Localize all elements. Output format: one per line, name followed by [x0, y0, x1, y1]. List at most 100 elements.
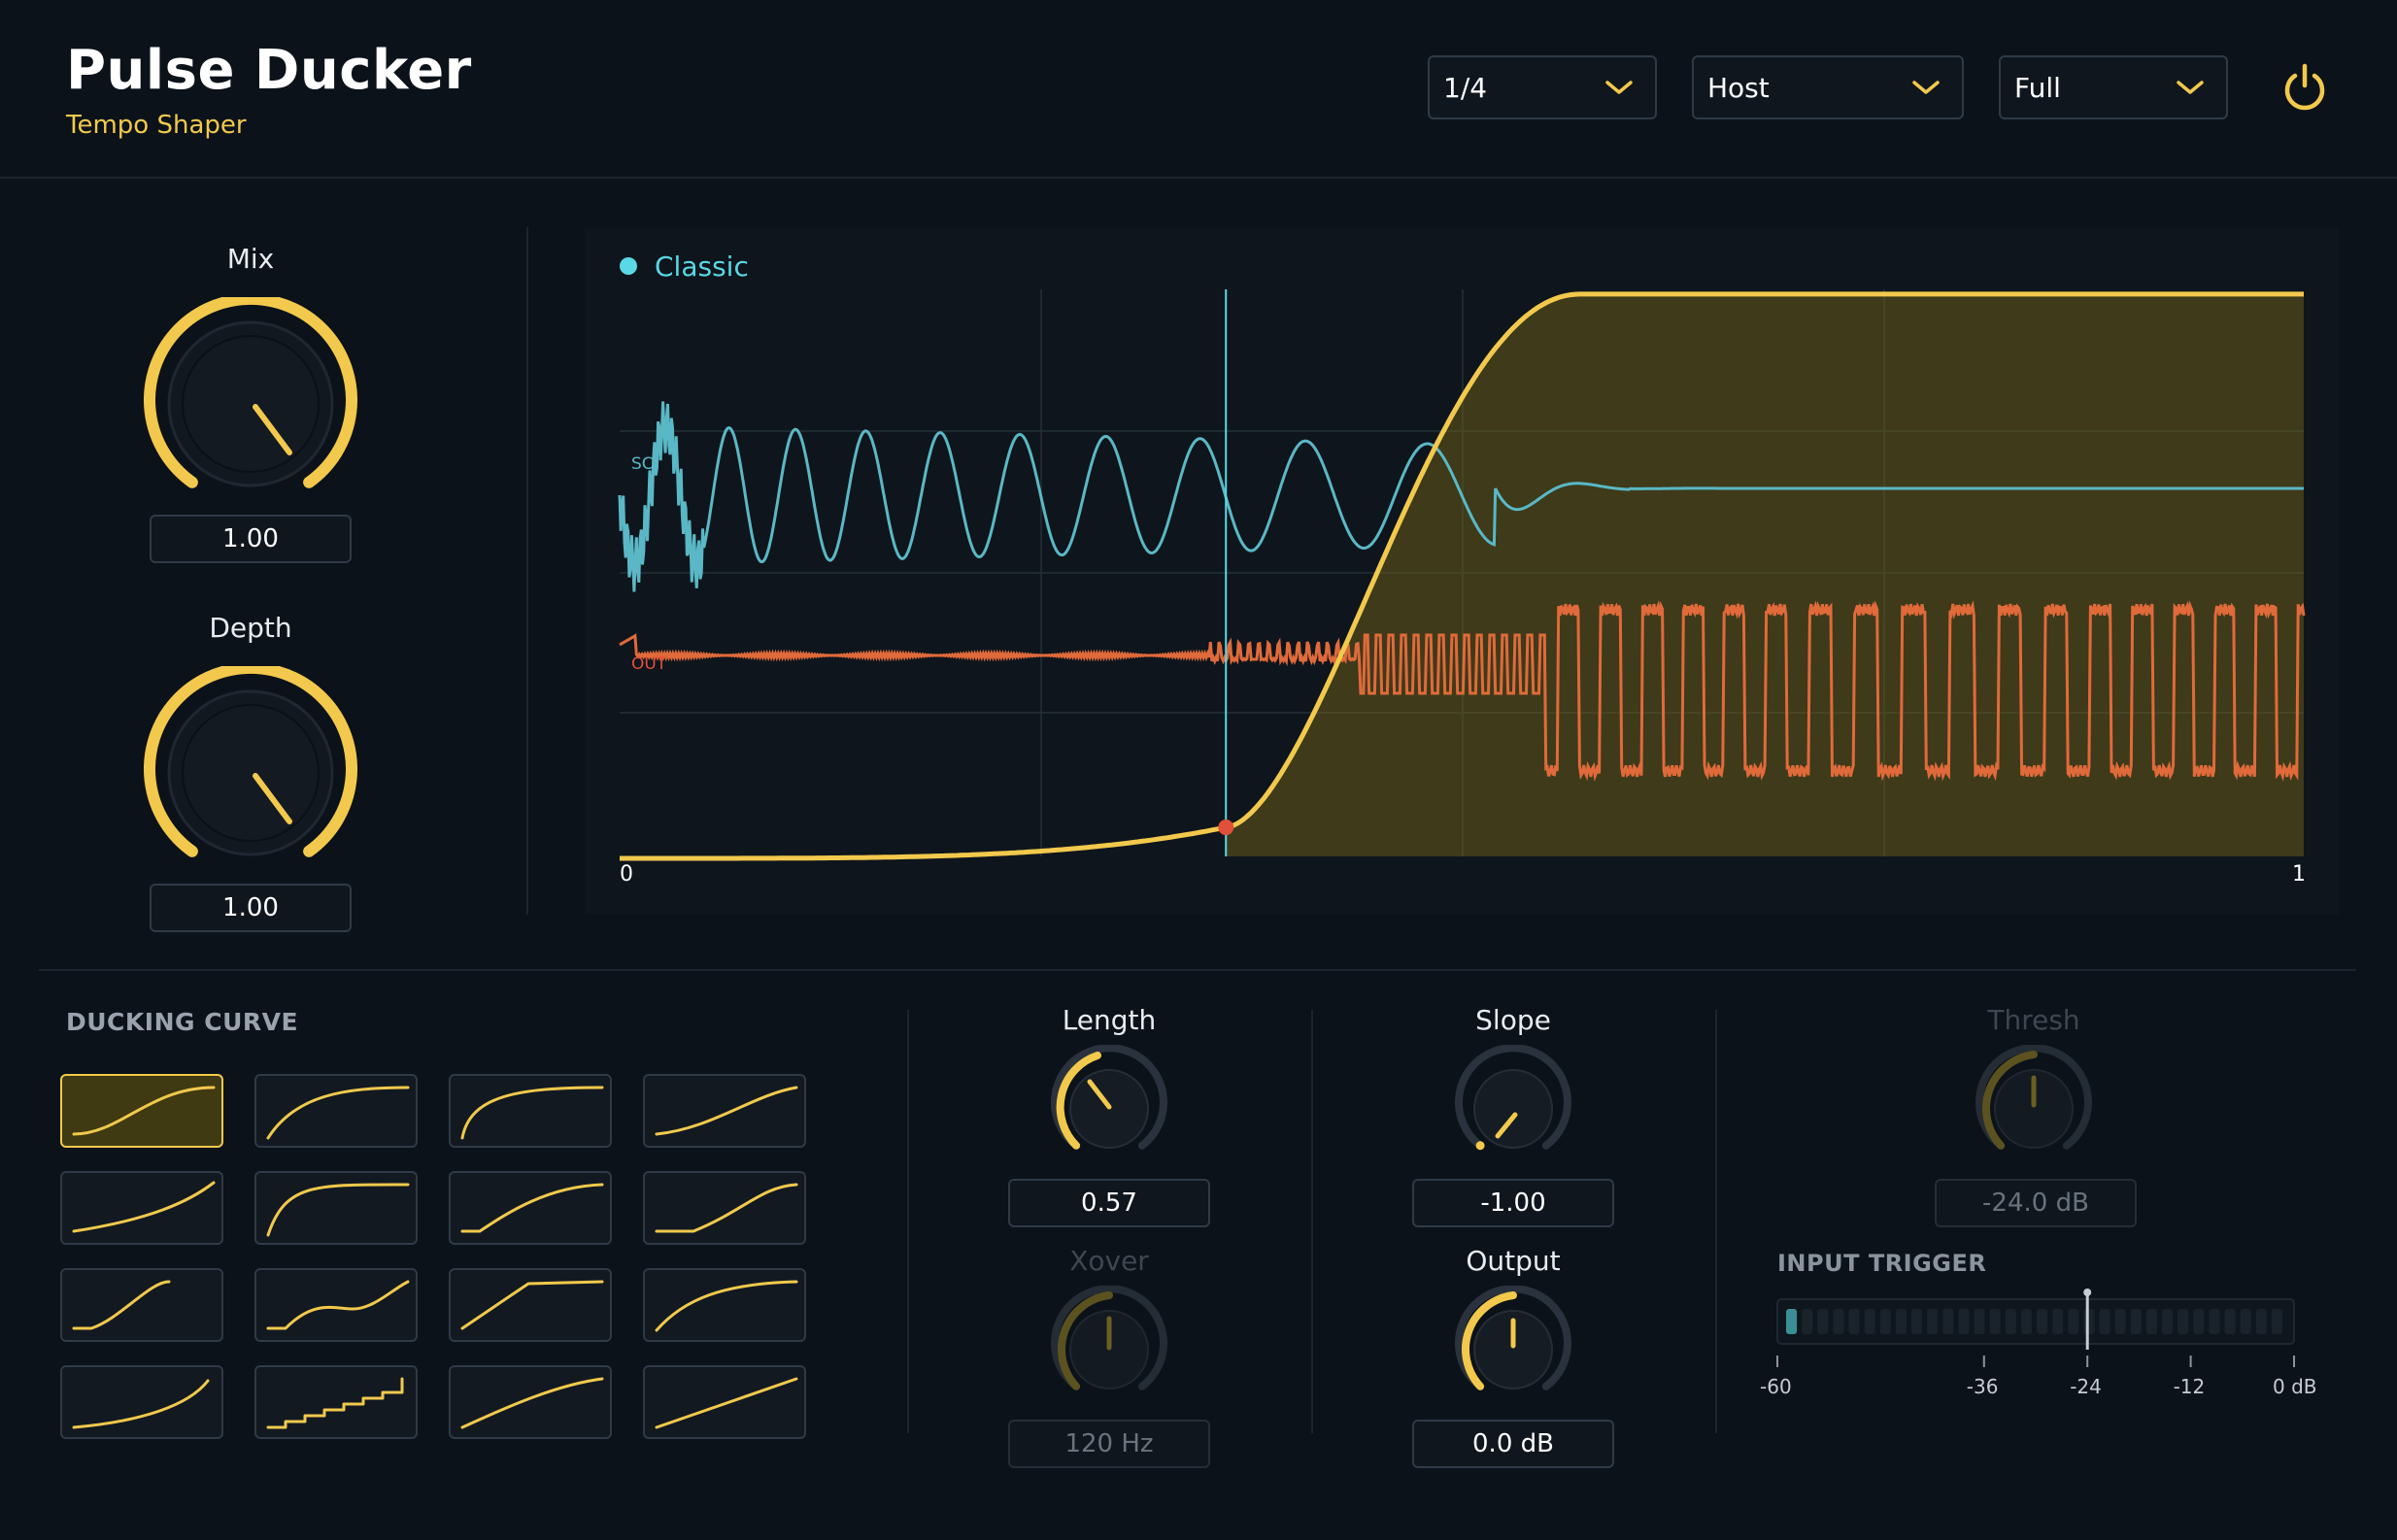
thresh-label: Thresh: [1987, 1004, 2080, 1036]
x-axis-start: 0: [620, 862, 633, 887]
meter-segment: [2052, 1309, 2064, 1334]
meter-segment: [2068, 1309, 2079, 1334]
output-label: OUT: [631, 654, 667, 674]
meter-tick-label: -12: [2173, 1375, 2206, 1398]
output-label: Output: [1466, 1245, 1561, 1277]
curve-preset-12[interactable]: [643, 1268, 806, 1342]
legend-dot: [620, 257, 637, 275]
depth-knob[interactable]: [144, 666, 357, 864]
meter-segment: [2209, 1309, 2220, 1334]
meter-segment: [1958, 1309, 1970, 1334]
sync-dropdown[interactable]: Host: [1692, 55, 1964, 119]
meter-segment: [1817, 1309, 1829, 1334]
curve-preset-14[interactable]: [254, 1365, 418, 1439]
meter-segment: [2145, 1309, 2157, 1334]
meter-segment: [2083, 1309, 2095, 1334]
section-divider: [1715, 1010, 1717, 1433]
curve-preset-9[interactable]: [60, 1268, 223, 1342]
curve-preset-10[interactable]: [254, 1268, 418, 1342]
plugin-title: Pulse Ducker: [66, 39, 472, 102]
depth-value[interactable]: 1.00: [150, 884, 352, 932]
curve-preset-11[interactable]: [449, 1268, 612, 1342]
meter-segment: [2130, 1309, 2142, 1334]
meter-segment: [1833, 1309, 1844, 1334]
thresh-value[interactable]: -24.0 dB: [1935, 1179, 2137, 1227]
meter-segment: [1879, 1309, 1891, 1334]
curve-preset-4[interactable]: [643, 1074, 806, 1148]
meter-segment: [1942, 1309, 1954, 1334]
plugin-subtitle: Tempo Shaper: [66, 111, 247, 140]
meter-segment: [1989, 1309, 2001, 1334]
curve-preset-3[interactable]: [449, 1074, 612, 1148]
slope-knob[interactable]: [1449, 1045, 1577, 1173]
meter-segment: [2005, 1309, 2016, 1334]
curve-preset-16[interactable]: [643, 1365, 806, 1439]
length-value[interactable]: 0.57: [1008, 1179, 1210, 1227]
power-icon[interactable]: [2280, 62, 2329, 113]
depth-label: Depth: [209, 612, 292, 644]
ducking-curve-title: DUCKING CURVE: [66, 1008, 299, 1036]
x-axis-end: 1: [2292, 862, 2306, 887]
meter-segment: [1974, 1309, 1985, 1334]
meter-segment: [2037, 1309, 2048, 1334]
mode-dropdown[interactable]: Full: [1999, 55, 2228, 119]
curve-preset-8[interactable]: [643, 1171, 806, 1245]
envelope-graph[interactable]: [585, 227, 2339, 915]
meter-tick-label: -24: [2070, 1375, 2102, 1398]
meter-segment: [2271, 1309, 2282, 1334]
output-value[interactable]: 0.0 dB: [1412, 1420, 1614, 1468]
meter-segment: [2240, 1309, 2251, 1334]
mix-value[interactable]: 1.00: [150, 515, 352, 563]
curve-preset-2[interactable]: [254, 1074, 418, 1148]
xover-value[interactable]: 120 Hz: [1008, 1420, 1210, 1468]
meter-tick-label: -36: [1966, 1375, 1999, 1398]
rate-dropdown[interactable]: 1/4: [1428, 55, 1657, 119]
meter-segment: [2178, 1309, 2189, 1334]
meter-segment: [2020, 1309, 2032, 1334]
meter-tick-label: 0 dB: [2273, 1375, 2317, 1398]
slope-label: Slope: [1475, 1004, 1551, 1036]
curve-preset-7[interactable]: [449, 1171, 612, 1245]
mode-dropdown-value: Full: [2014, 71, 2061, 104]
length-knob[interactable]: [1045, 1045, 1173, 1173]
xover-knob[interactable]: [1045, 1286, 1173, 1414]
meter-segment: [1927, 1309, 1939, 1334]
meter-segment: [2255, 1309, 2267, 1334]
meter-segment: [2114, 1309, 2126, 1334]
meter-segment: [2162, 1309, 2174, 1334]
xover-label: Xover: [1069, 1245, 1149, 1277]
meter-segment: [1786, 1309, 1798, 1334]
meter-segment: [1802, 1309, 1813, 1334]
meter-tick-label: -60: [1760, 1375, 1792, 1398]
chevron-down-icon: [2177, 81, 2204, 94]
curve-preset-6[interactable]: [254, 1171, 418, 1245]
meter-segment: [2224, 1309, 2236, 1334]
curve-preset-13[interactable]: [60, 1365, 223, 1439]
sidechain-label: SC: [631, 454, 654, 474]
sync-dropdown-value: Host: [1707, 71, 1770, 104]
mix-knob[interactable]: [144, 297, 357, 495]
section-divider: [39, 969, 2356, 971]
meter-segment: [1911, 1309, 1923, 1334]
header-divider: [0, 177, 2397, 179]
curve-legend: Classic: [655, 251, 749, 283]
chevron-down-icon: [1605, 81, 1633, 94]
curve-preset-15[interactable]: [449, 1365, 612, 1439]
chevron-down-icon: [1912, 81, 1940, 94]
meter-segment: [1895, 1309, 1907, 1334]
section-divider: [907, 1010, 909, 1433]
mix-label: Mix: [226, 243, 275, 275]
length-label: Length: [1062, 1004, 1157, 1036]
thresh-knob[interactable]: [1970, 1045, 2098, 1173]
section-divider: [526, 227, 528, 915]
curve-preset-5[interactable]: [60, 1171, 223, 1245]
meter-segment: [2193, 1309, 2205, 1334]
curve-preset-1[interactable]: [60, 1074, 223, 1148]
rate-dropdown-value: 1/4: [1443, 71, 1488, 104]
slope-value[interactable]: -1.00: [1412, 1179, 1614, 1227]
output-knob[interactable]: [1449, 1286, 1577, 1414]
input-trigger-title: INPUT TRIGGER: [1777, 1250, 1987, 1277]
input-trigger-meter[interactable]: [1773, 1286, 2298, 1392]
meter-segment: [1864, 1309, 1875, 1334]
section-divider: [1311, 1010, 1313, 1433]
